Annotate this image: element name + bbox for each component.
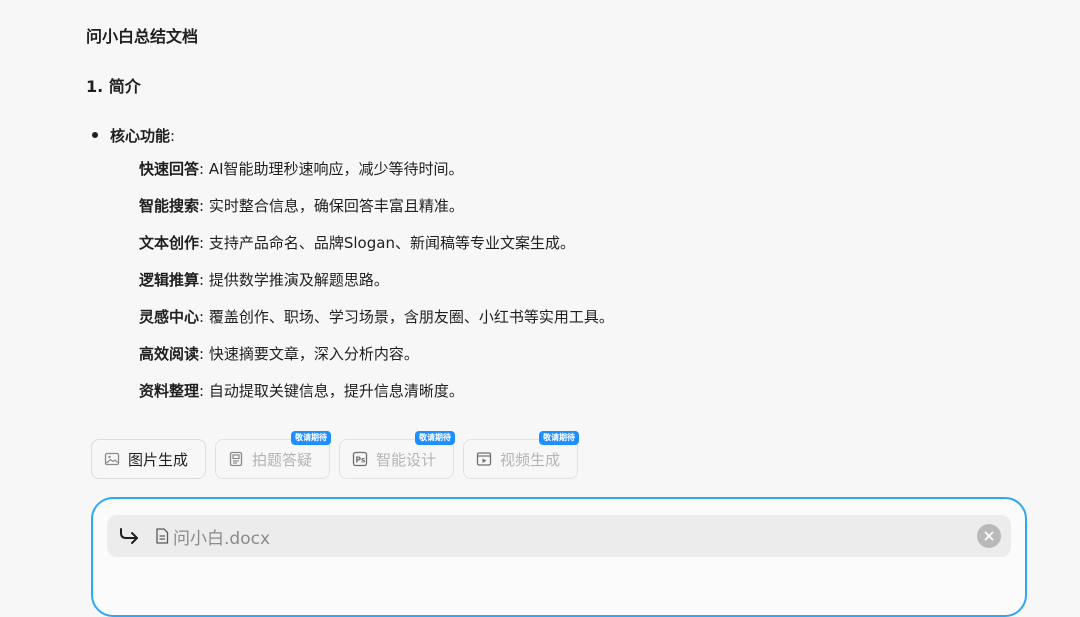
image-generation-button[interactable]: 图片生成 [91,439,206,479]
feature-list: 快速回答: AI智能助理秒速响应，减少等待时间。 智能搜索: 实时整合信息，确保… [139,156,614,415]
video-icon [476,452,492,466]
feature-description: 支持产品命名、品牌Slogan、新闻稿等专业文案生成。 [208,234,575,252]
list-item: 高效阅读: 快速摘要文章，深入分析内容。 [139,341,614,378]
feature-name: 灵感中心 [139,308,200,326]
bullet-label: 核心功能 [110,127,171,145]
list-item: 快速回答: AI智能助理秒速响应，减少等待时间。 [139,156,614,193]
feature-name: 资料整理 [139,382,200,400]
feature-description: 自动提取关键信息，提升信息清晰度。 [208,382,464,400]
bullet-colon: : [170,127,176,145]
chip-label: 图片生成 [128,450,189,469]
feature-description: 快速摘要文章，深入分析内容。 [208,345,419,363]
bullet-dot-icon [92,132,98,138]
feature-separator: : [199,160,205,178]
feature-name: 智能搜索 [139,197,200,215]
image-icon [104,452,120,466]
feature-separator: : [199,271,205,289]
document-title: 问小白总结文档 [86,27,199,46]
coming-soon-badge: 敬请期待 [415,431,455,445]
svg-text:Ps: Ps [356,456,366,465]
photo-question-button[interactable]: 拍题答疑 敬请期待 [215,431,331,479]
list-item: 文本创作: 支持产品命名、品牌Slogan、新闻稿等专业文案生成。 [139,230,614,267]
video-generation-button[interactable]: 视频生成 敬请期待 [463,431,579,479]
core-features-bullet: 核心功能: [92,125,175,147]
attachment-bar: 问小白.docx [107,515,1011,557]
chip-label: 视频生成 [500,450,561,469]
feature-description: 实时整合信息，确保回答丰富且精准。 [208,197,464,215]
coming-soon-badge: 敬请期待 [291,431,331,445]
coming-soon-badge: 敬请期待 [539,431,579,445]
section-title: 1. 简介 [86,77,141,96]
close-icon [984,531,994,541]
smart-design-button[interactable]: Ps 智能设计 敬请期待 [339,431,455,479]
scan-question-icon [229,451,243,467]
document-icon [156,528,169,544]
feature-separator: : [199,308,205,326]
list-item: 逻辑推算: 提供数学推演及解题思路。 [139,267,614,304]
feature-name: 逻辑推算 [139,271,200,289]
feature-separator: : [199,345,205,363]
chat-input-panel[interactable]: 问小白.docx [91,497,1027,617]
chip-label: 拍题答疑 [252,450,313,469]
attachment-file-name[interactable]: 问小白.docx [173,524,270,549]
feature-description: 覆盖创作、职场、学习场景，含朋友圈、小红书等实用工具。 [208,308,614,326]
feature-name: 快速回答 [139,160,200,178]
list-item: 资料整理: 自动提取关键信息，提升信息清晰度。 [139,378,614,415]
chip-label: 智能设计 [376,450,437,469]
list-item: 灵感中心: 覆盖创作、职场、学习场景，含朋友圈、小红书等实用工具。 [139,304,614,341]
reply-arrow-icon [120,528,138,544]
feature-description: 提供数学推演及解题思路。 [208,271,389,289]
remove-attachment-button[interactable] [977,524,1001,548]
feature-description: AI智能助理秒速响应，减少等待时间。 [208,160,464,178]
feature-separator: : [199,234,205,252]
ps-design-icon: Ps [352,451,368,467]
feature-separator: : [199,382,205,400]
feature-name: 文本创作 [139,234,200,252]
list-item: 智能搜索: 实时整合信息，确保回答丰富且精准。 [139,193,614,230]
feature-separator: : [199,197,205,215]
feature-name: 高效阅读 [139,345,200,363]
